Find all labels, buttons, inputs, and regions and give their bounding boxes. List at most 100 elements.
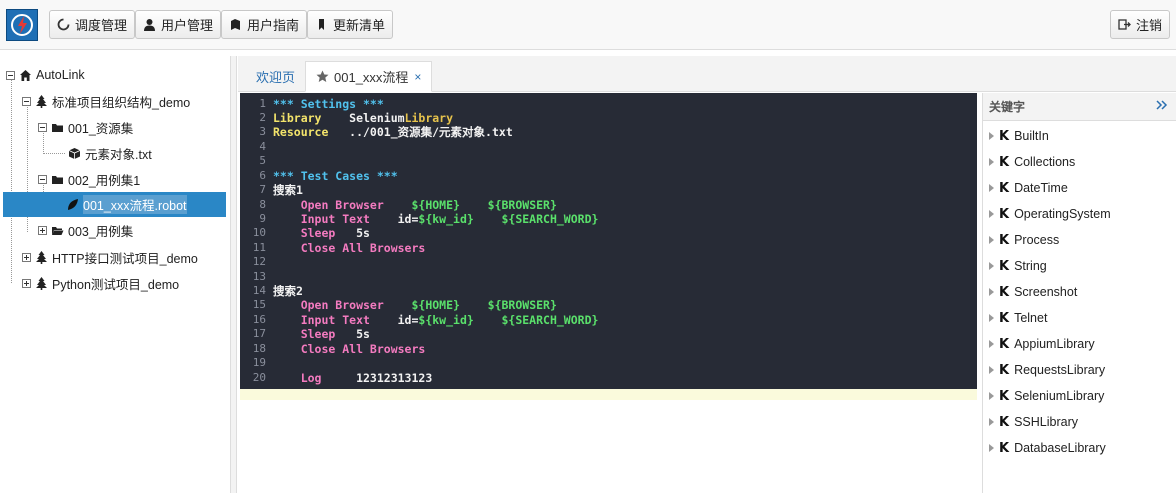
expand-arrow-icon[interactable] [989, 158, 994, 166]
code-line: *** Test Cases *** [273, 169, 398, 183]
expand-arrow-icon[interactable] [989, 314, 994, 322]
project-tree: AutoLink 标准项目组织结构_demo 001_资源集 元素对象.txt … [0, 56, 231, 493]
tree-item-label: 元素对象.txt [85, 147, 152, 162]
line-number: 14 [252, 284, 266, 297]
keyword-library-item[interactable]: K Process [989, 230, 1059, 250]
tree-item-case-set-3[interactable]: 003_用例集 [38, 218, 133, 242]
keyword-library-item[interactable]: K SeleniumLibrary [989, 386, 1104, 406]
k-icon: K [999, 258, 1010, 274]
expand-arrow-icon[interactable] [989, 366, 994, 374]
tree-item-xxx-flow-robot[interactable]: 001_xxx流程.robot [3, 192, 226, 217]
expand-arrow-icon[interactable] [989, 262, 994, 270]
k-icon: K [999, 362, 1010, 378]
keyword-library-item[interactable]: K OperatingSystem [989, 204, 1111, 224]
code-line: Library SeleniumLibrary [273, 111, 453, 125]
user-management-button[interactable]: 用户管理 [135, 10, 222, 39]
line-number: 1 [259, 97, 266, 110]
code-token: Input Text [273, 313, 370, 327]
close-tab-icon[interactable]: × [414, 70, 421, 84]
line-number: 12 [252, 255, 266, 268]
keyword-library-item[interactable]: K DatabaseLibrary [989, 438, 1106, 458]
k-icon: K [999, 388, 1010, 404]
expand-arrow-icon[interactable] [989, 392, 994, 400]
collapse-toggle[interactable] [6, 70, 15, 80]
keyword-library-label: DateTime [1014, 181, 1068, 195]
code-editor[interactable]: 1 2 3 4 5 6 7 8 9 10 11 12 13 14 15 16 1… [240, 93, 977, 389]
collapse-toggle[interactable] [22, 96, 31, 106]
code-token: Open Browser [273, 198, 384, 212]
panel-splitter[interactable] [231, 56, 237, 493]
line-number: 11 [252, 241, 266, 254]
tree-item-standard-demo[interactable]: 标准项目组织结构_demo [22, 89, 190, 113]
tab-xxx-flow[interactable]: 001_xxx流程 × [305, 61, 433, 92]
line-number: 2 [259, 111, 266, 124]
expand-toggle[interactable] [22, 278, 31, 288]
editor-tabs: 欢迎页 001_xxx流程 × [238, 56, 1176, 92]
code-token: ../001_资源集/元素对象.txt [328, 125, 513, 139]
double-chevron-right-icon[interactable] [1156, 99, 1168, 111]
folder-icon [52, 123, 63, 132]
app-logo[interactable] [6, 9, 38, 41]
expand-arrow-icon[interactable] [989, 444, 994, 452]
keyword-library-item[interactable]: K BuiltIn [989, 126, 1049, 146]
tree-item-http-demo[interactable]: HTTP接口测试项目_demo [22, 245, 198, 269]
tree-item-case-set-1[interactable]: 002_用例集1 [38, 167, 140, 191]
k-icon: K [999, 310, 1010, 326]
expand-arrow-icon[interactable] [989, 288, 994, 296]
logout-button[interactable]: 注销 [1110, 10, 1171, 39]
tree-item-element-objects[interactable]: 元素对象.txt [68, 141, 152, 165]
collapse-toggle[interactable] [38, 174, 47, 184]
expand-arrow-icon[interactable] [989, 340, 994, 348]
k-icon: K [999, 284, 1010, 300]
tree-icon [36, 250, 47, 264]
line-number: 6 [259, 169, 266, 182]
collapse-toggle[interactable] [38, 122, 47, 132]
expand-toggle[interactable] [22, 252, 31, 262]
code-line: Log 12312313123 [273, 371, 433, 385]
expand-arrow-icon[interactable] [989, 210, 994, 218]
code-line: Close All Browsers [273, 241, 426, 255]
line-number: 5 [259, 154, 266, 167]
tab-welcome[interactable]: 欢迎页 [246, 61, 305, 92]
keyword-library-item[interactable]: K String [989, 256, 1047, 276]
tree-item-python-demo[interactable]: Python测试项目_demo [22, 271, 179, 295]
tree-item-label: Python测试项目_demo [52, 277, 180, 292]
line-number: 16 [252, 313, 266, 326]
k-icon: K [999, 336, 1010, 352]
schedule-button[interactable]: 调度管理 [49, 10, 136, 39]
code-token: id= [369, 313, 419, 327]
bookmark-icon [319, 19, 324, 30]
keyword-library-item[interactable]: K Collections [989, 152, 1075, 172]
keyword-panel-header: 关键字 [983, 93, 1176, 121]
keyword-library-item[interactable]: K Screenshot [989, 282, 1077, 302]
line-number: 15 [252, 298, 266, 311]
keyword-library-label: OperatingSystem [1014, 207, 1111, 221]
keyword-library-item[interactable]: K Telnet [989, 308, 1047, 328]
line-number: 7 [259, 183, 266, 196]
keyword-library-label: RequestsLibrary [1014, 363, 1106, 377]
tree-item-label: 003_用例集 [68, 224, 134, 239]
keyword-library-item[interactable]: K DateTime [989, 178, 1068, 198]
expand-arrow-icon[interactable] [989, 236, 994, 244]
tree-item-label: 001_资源集 [68, 121, 134, 136]
code-line: Input Text id=${kw_id} ${SEARCH_WORD} [273, 313, 599, 327]
expand-arrow-icon[interactable] [989, 418, 994, 426]
keyword-library-item[interactable]: K AppiumLibrary [989, 334, 1095, 354]
expand-arrow-icon[interactable] [989, 184, 994, 192]
tree-root-autolink[interactable]: AutoLink [6, 63, 85, 87]
update-list-button[interactable]: 更新清单 [307, 10, 394, 39]
keyword-library-label: DatabaseLibrary [1014, 441, 1106, 455]
user-guide-button[interactable]: 用户指南 [221, 10, 308, 39]
tree-item-resource-set[interactable]: 001_资源集 [38, 115, 133, 139]
k-icon: K [999, 206, 1010, 222]
code-token: Selenium [321, 111, 405, 125]
keyword-library-item[interactable]: K SSHLibrary [989, 412, 1078, 432]
update-list-button-label: 更新清单 [333, 18, 386, 33]
code-token: Log [273, 371, 322, 385]
code-line: 搜索2 [273, 284, 303, 298]
expand-toggle[interactable] [38, 225, 47, 235]
schedule-button-label: 调度管理 [75, 18, 128, 33]
keyword-library-item[interactable]: K RequestsLibrary [989, 360, 1105, 380]
code-token: 12312313123 [321, 371, 433, 385]
expand-arrow-icon[interactable] [989, 132, 994, 140]
